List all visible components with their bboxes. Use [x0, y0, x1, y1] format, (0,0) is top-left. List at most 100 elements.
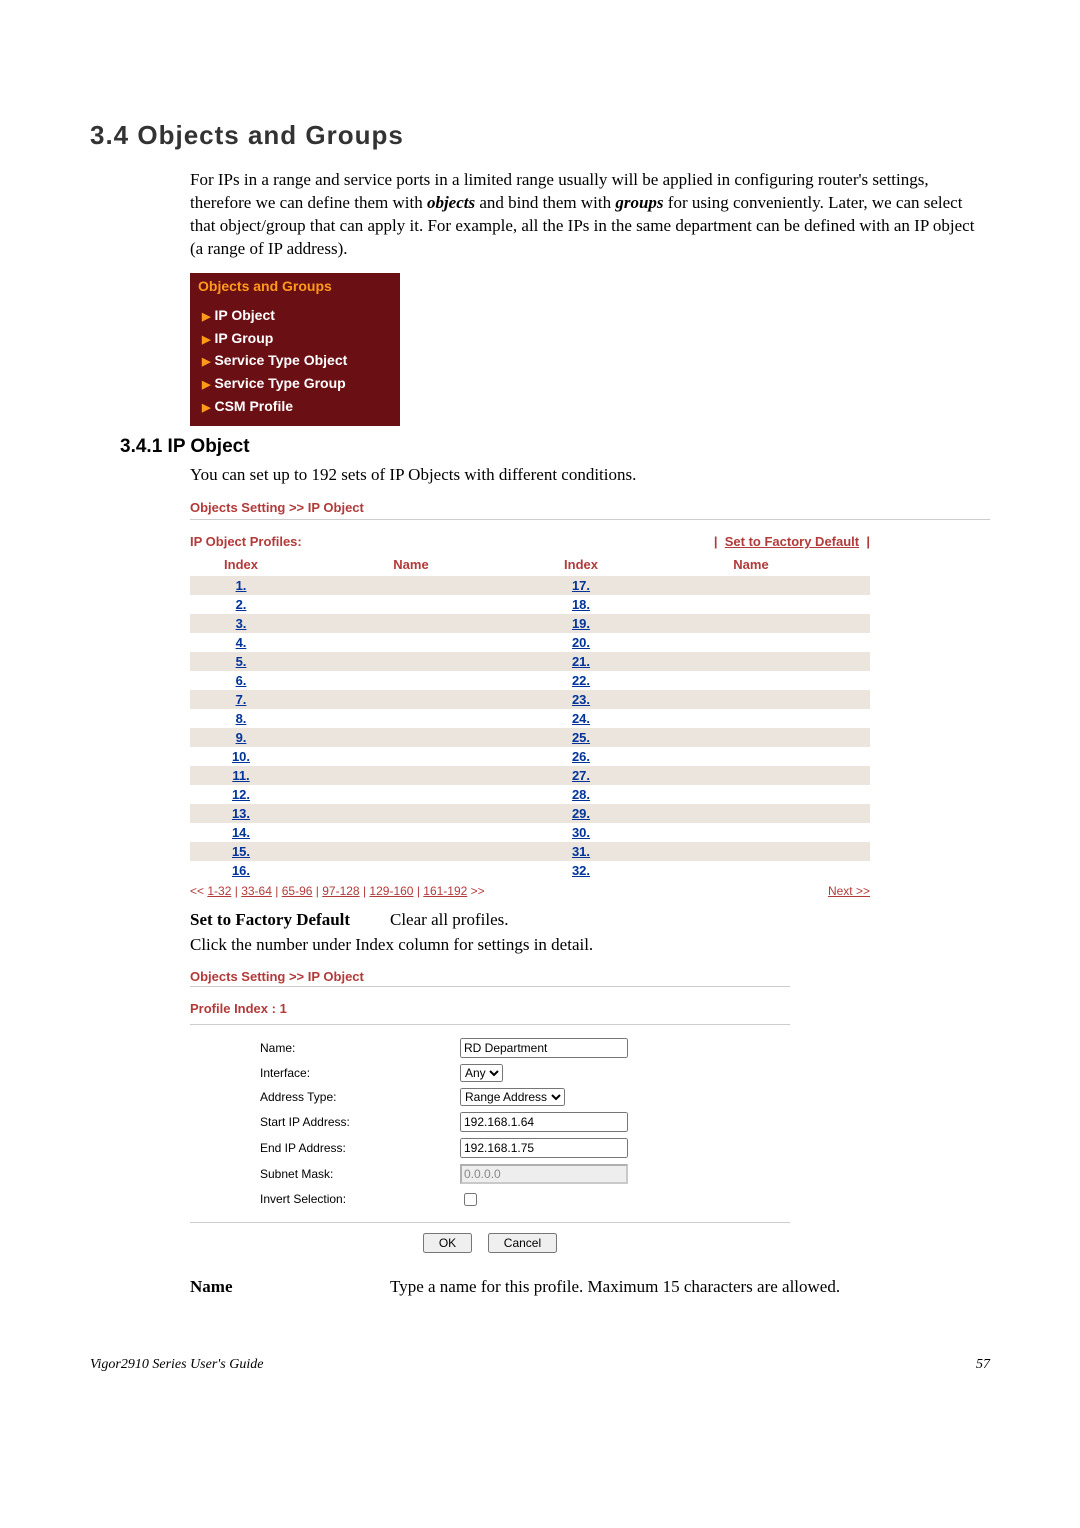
profile-index-link[interactable]: 19.	[572, 616, 590, 631]
pager-range-link[interactable]: 97-128	[322, 884, 359, 898]
label-interface: Interface:	[260, 1066, 460, 1080]
end-ip-field[interactable]	[460, 1138, 628, 1158]
profile-index-link[interactable]: 25.	[572, 730, 590, 745]
profile-index-link[interactable]: 9.	[236, 730, 247, 745]
profile-index-link[interactable]: 27.	[572, 768, 590, 783]
objects-groups-menu: Objects and Groups ▶IP Object ▶IP Group …	[190, 273, 400, 426]
profile-index-link[interactable]: 28.	[572, 787, 590, 802]
profile-index-link[interactable]: 20.	[572, 635, 590, 650]
table-row: 10. 26.	[190, 747, 870, 766]
profile-index-link[interactable]: 6.	[236, 673, 247, 688]
profile-index-link[interactable]: 12.	[232, 787, 250, 802]
profile-index-link[interactable]: 17.	[572, 578, 590, 593]
profile-index-link[interactable]: 26.	[572, 749, 590, 764]
profile-index-link[interactable]: 32.	[572, 863, 590, 878]
profile-index-link[interactable]: 8.	[236, 711, 247, 726]
pager-range-link[interactable]: 129-160	[369, 884, 413, 898]
address-type-select[interactable]: Range Address	[460, 1088, 565, 1106]
pager-range-link[interactable]: 1-32	[207, 884, 231, 898]
table-row: 15. 31.	[190, 842, 870, 861]
table-row: 11. 27.	[190, 766, 870, 785]
profile-index-link[interactable]: 23.	[572, 692, 590, 707]
pager-suffix: >>	[471, 884, 485, 898]
table-row: 13. 29.	[190, 804, 870, 823]
def-desc: Type a name for this profile. Maximum 15…	[390, 1277, 990, 1297]
divider	[190, 519, 990, 520]
table-row: 9. 25.	[190, 728, 870, 747]
profile-index-link[interactable]: 22.	[572, 673, 590, 688]
profile-index-link[interactable]: 3.	[236, 616, 247, 631]
profiles-title: IP Object Profiles:	[190, 534, 302, 549]
table-row: 3. 19.	[190, 614, 870, 633]
click-note: Click the number under Index column for …	[190, 934, 990, 957]
triangle-icon: ▶	[202, 402, 210, 414]
profile-index-link[interactable]: 5.	[236, 654, 247, 669]
def-desc: Clear all profiles.	[390, 910, 990, 930]
pager-range-link[interactable]: 33-64	[241, 884, 272, 898]
triangle-icon: ▶	[202, 311, 210, 323]
menu-item-ip-object[interactable]: ▶IP Object	[196, 304, 394, 327]
menu-item-service-type-group[interactable]: ▶Service Type Group	[196, 372, 394, 395]
pager-range-link[interactable]: 65-96	[282, 884, 313, 898]
table-row: 8. 24.	[190, 709, 870, 728]
set-factory-default-link[interactable]: Set to Factory Default	[725, 534, 859, 549]
label-subnet: Subnet Mask:	[260, 1167, 460, 1181]
label-name: Name:	[260, 1041, 460, 1055]
section-heading: 3.4 Objects and Groups	[90, 120, 990, 151]
table-row: 12. 28.	[190, 785, 870, 804]
subsection-intro: You can set up to 192 sets of IP Objects…	[190, 464, 990, 487]
profile-index-link[interactable]: 30.	[572, 825, 590, 840]
col-name: Name	[292, 553, 530, 576]
def-term: Name	[190, 1277, 390, 1297]
menu-item-service-type-object[interactable]: ▶Service Type Object	[196, 349, 394, 372]
profile-index-link[interactable]: 31.	[572, 844, 590, 859]
triangle-icon: ▶	[202, 379, 210, 391]
def-term: Set to Factory Default	[190, 910, 390, 930]
cancel-button[interactable]: Cancel	[488, 1233, 557, 1253]
table-row: 16. 32.	[190, 861, 870, 880]
table-row: 6. 22.	[190, 671, 870, 690]
page-number: 57	[976, 1357, 990, 1373]
profile-index-link[interactable]: 2.	[236, 597, 247, 612]
profile-index-link[interactable]: 10.	[232, 749, 250, 764]
table-row: 2. 18.	[190, 595, 870, 614]
interface-select[interactable]: Any	[460, 1064, 503, 1082]
profile-index-link[interactable]: 21.	[572, 654, 590, 669]
name-field[interactable]	[460, 1038, 628, 1058]
label-end-ip: End IP Address:	[260, 1141, 460, 1155]
profile-index-link[interactable]: 13.	[232, 806, 250, 821]
profile-index-link[interactable]: 4.	[236, 635, 247, 650]
profile-form-panel: Objects Setting >> IP Object Profile Ind…	[190, 969, 790, 1253]
col-index: Index	[190, 553, 292, 576]
pagination: << 1-32 | 33-64 | 65-96 | 97-128 | 129-1…	[190, 884, 870, 898]
profile-index-link[interactable]: 24.	[572, 711, 590, 726]
triangle-icon: ▶	[202, 334, 210, 346]
table-row: 1. 17.	[190, 576, 870, 595]
profile-index-link[interactable]: 16.	[232, 863, 250, 878]
pager-range-link[interactable]: 161-192	[423, 884, 467, 898]
triangle-icon: ▶	[202, 356, 210, 368]
profile-index-link[interactable]: 14.	[232, 825, 250, 840]
profile-index-link[interactable]: 18.	[572, 597, 590, 612]
menu-item-csm-profile[interactable]: ▶CSM Profile	[196, 395, 394, 418]
invert-selection-checkbox[interactable]	[464, 1193, 477, 1206]
profile-index-link[interactable]: 11.	[232, 768, 249, 783]
table-row: 5. 21.	[190, 652, 870, 671]
profile-index-title: Profile Index : 1	[190, 1001, 790, 1016]
menu-item-ip-group[interactable]: ▶IP Group	[196, 327, 394, 350]
profile-index-link[interactable]: 29.	[572, 806, 590, 821]
start-ip-field[interactable]	[460, 1112, 628, 1132]
pager-prev: <<	[190, 884, 204, 898]
footer-guide-name: Vigor2910 Series User's Guide	[90, 1357, 263, 1373]
next-page-link[interactable]: Next >>	[828, 884, 870, 898]
table-row: 14. 30.	[190, 823, 870, 842]
breadcrumb: Objects Setting >> IP Object	[190, 499, 990, 517]
menu-title: Objects and Groups	[190, 273, 400, 300]
profile-index-link[interactable]: 7.	[236, 692, 247, 707]
col-index: Index	[530, 553, 632, 576]
profile-index-link[interactable]: 1.	[236, 578, 247, 593]
label-start-ip: Start IP Address:	[260, 1115, 460, 1129]
ok-button[interactable]: OK	[423, 1233, 472, 1253]
table-row: 4. 20.	[190, 633, 870, 652]
profile-index-link[interactable]: 15.	[232, 844, 250, 859]
